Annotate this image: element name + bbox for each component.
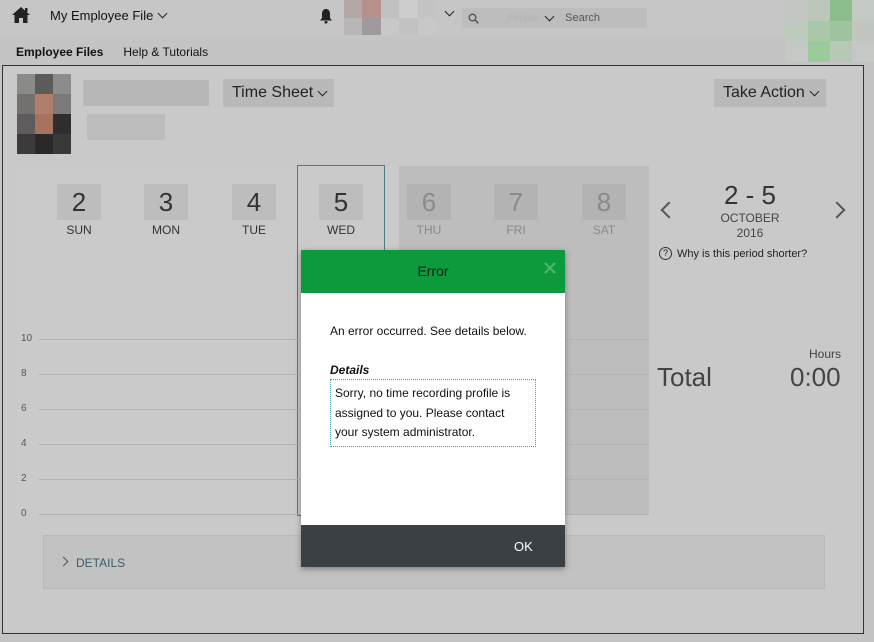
error-message: An error occurred. See details below. — [330, 324, 527, 338]
day-sun[interactable]: 2 SUN — [57, 184, 101, 237]
search-input[interactable]: Search — [565, 12, 600, 24]
y-tick-label: 8 — [21, 368, 27, 379]
day-number: 6 — [407, 184, 451, 220]
employee-name — [83, 80, 209, 106]
take-action-dropdown[interactable]: Take Action — [714, 79, 826, 107]
day-number: 2 — [57, 184, 101, 220]
y-tick-label: 6 — [21, 403, 27, 414]
chevron-down-icon — [157, 8, 168, 19]
search-bar[interactable]: People Search — [462, 8, 647, 28]
home-icon[interactable] — [11, 6, 31, 24]
y-tick-label: 4 — [21, 438, 27, 449]
dialog-header: Error — [301, 250, 565, 293]
day-thu: 6 THU — [407, 184, 451, 237]
total-label: Total — [657, 362, 712, 392]
user-avatar[interactable] — [344, 0, 436, 35]
period-summary: 2 - 5 OCTOBER 2016 ? Why is this period … — [649, 166, 851, 515]
day-name: TUE — [242, 223, 266, 237]
top-bar: My Employee File People Search — [0, 0, 874, 62]
nav-help-tutorials[interactable]: Help & Tutorials — [123, 40, 208, 64]
employee-file-label: My Employee File — [50, 8, 154, 23]
period-year: 2016 — [736, 226, 764, 240]
bell-icon[interactable] — [319, 8, 333, 24]
help-circle-icon: ? — [659, 247, 672, 260]
dialog-footer: OK — [301, 525, 565, 567]
day-name: SUN — [66, 223, 92, 237]
employee-photo — [17, 74, 71, 154]
ok-button[interactable]: OK — [514, 539, 533, 554]
secondary-nav: Employee Files Help & Tutorials — [0, 40, 208, 64]
day-name: SAT — [592, 223, 616, 237]
why-period-text: Why is this period shorter? — [677, 247, 808, 260]
day-mon[interactable]: 3 MON — [144, 184, 188, 237]
error-details: Sorry, no time recording profile is assi… — [330, 379, 536, 447]
take-action-label: Take Action — [723, 84, 805, 101]
close-icon[interactable] — [542, 260, 558, 276]
nav-employee-files[interactable]: Employee Files — [16, 40, 103, 64]
period-range: 2 - 5 — [723, 180, 777, 210]
day-name: FRI — [506, 223, 526, 237]
chevron-down-icon — [809, 86, 820, 96]
day-number: 7 — [494, 184, 538, 220]
search-filter[interactable]: People — [507, 13, 538, 24]
error-dialog: Error An error occurred. See details bel… — [301, 250, 565, 567]
total-value: 0:00 — [790, 362, 841, 392]
search-icon — [468, 13, 479, 24]
day-name: MON — [152, 223, 180, 237]
y-tick-label: 10 — [21, 333, 33, 344]
chevron-down-icon[interactable] — [544, 11, 555, 21]
employee-id — [87, 114, 165, 140]
period-month: OCTOBER — [720, 211, 780, 225]
timesheet-label: Time Sheet — [232, 84, 314, 101]
hours-label: Hours — [809, 347, 842, 361]
day-number: 4 — [232, 184, 276, 220]
chevron-down-icon — [317, 86, 328, 96]
details-label: DETAILS — [76, 556, 126, 570]
y-tick-label: 0 — [21, 508, 27, 519]
why-period-shorter-link[interactable]: ? Why is this period shorter? — [659, 247, 807, 260]
y-tick-label: 2 — [21, 473, 27, 484]
day-fri: 7 FRI — [494, 184, 538, 237]
employee-file-menu[interactable]: My Employee File — [50, 8, 168, 23]
day-name: THU — [416, 223, 442, 237]
chevron-down-icon[interactable] — [444, 6, 455, 17]
details-heading: Details — [330, 363, 370, 377]
day-tue[interactable]: 4 TUE — [232, 184, 276, 237]
dialog-title: Error — [417, 263, 449, 279]
day-sat: 8 SAT — [582, 184, 626, 237]
chevron-right-icon — [58, 556, 69, 567]
timesheet-dropdown[interactable]: Time Sheet — [223, 79, 335, 107]
day-number: 8 — [582, 184, 626, 220]
day-number: 3 — [144, 184, 188, 220]
company-logo — [786, 0, 874, 62]
